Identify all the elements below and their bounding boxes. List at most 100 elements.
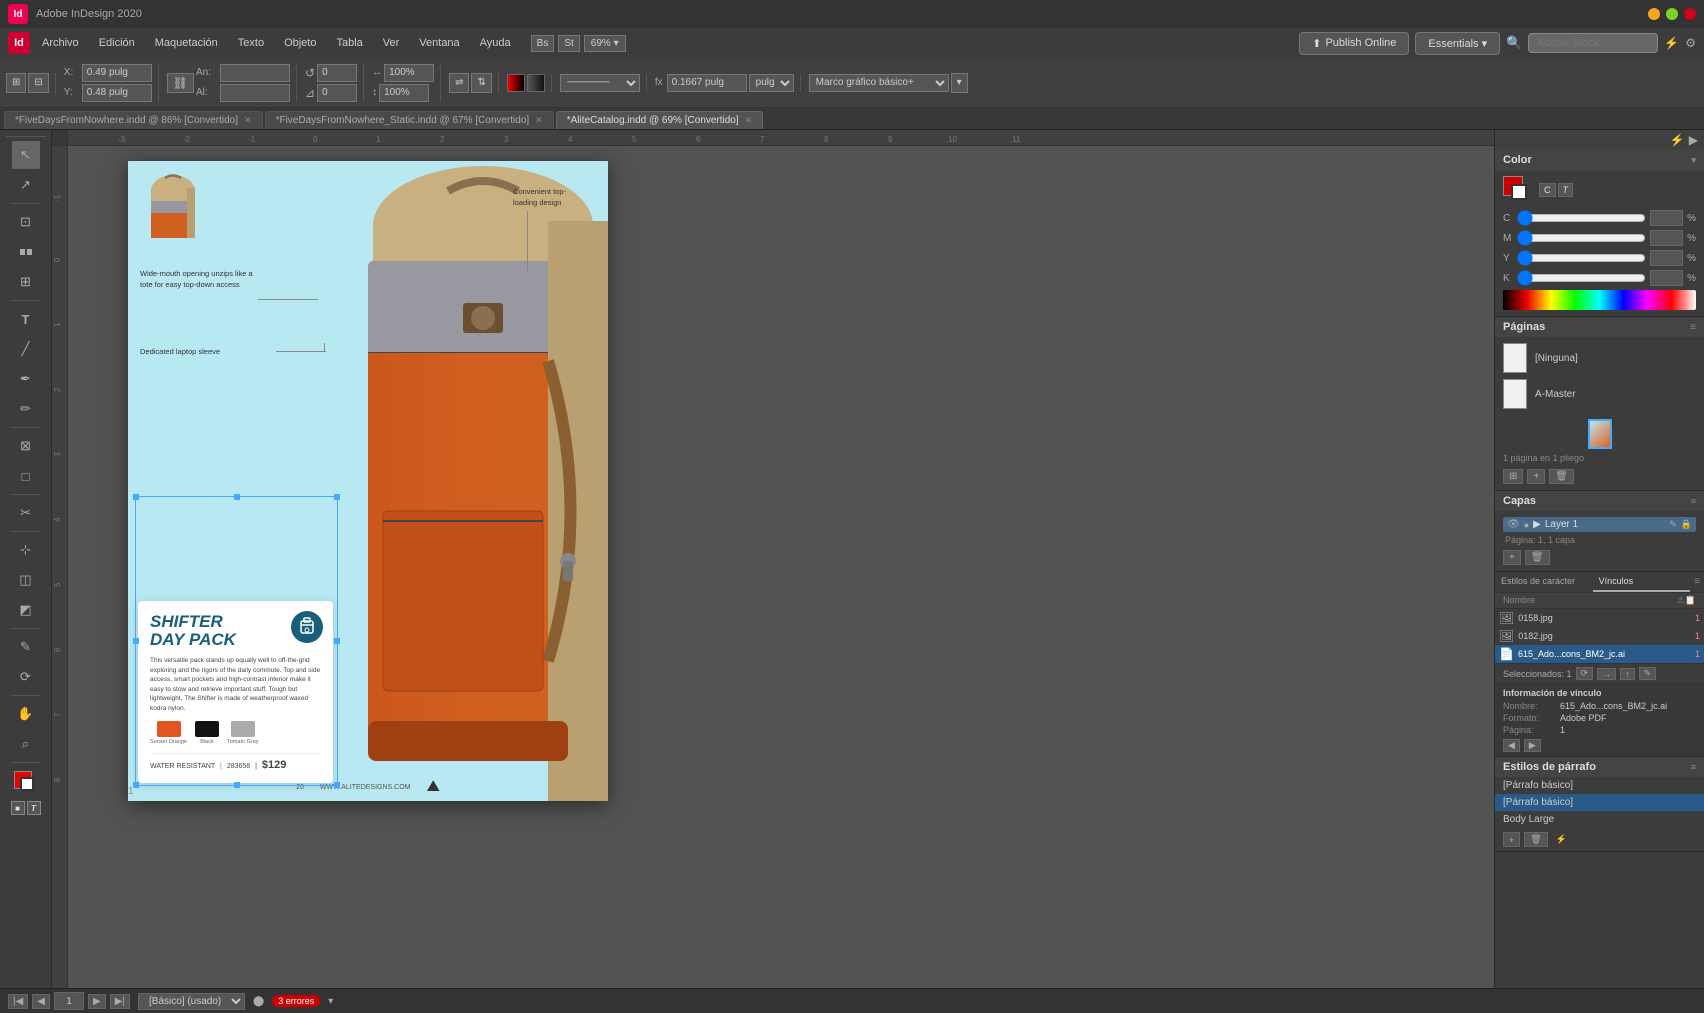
rgb-btn[interactable]: T — [1558, 183, 1574, 197]
color-panel-header[interactable]: Color ▾ — [1495, 150, 1704, 170]
type-tool[interactable]: T — [12, 305, 40, 333]
relink-btn[interactable]: ⟳ — [1576, 667, 1594, 680]
update-link-btn[interactable]: ↑ — [1620, 668, 1635, 680]
note-tool[interactable]: ✎ — [12, 633, 40, 661]
search-icon[interactable]: 🔍 — [1506, 35, 1522, 51]
menu-objeto[interactable]: Objeto — [276, 34, 324, 52]
h-input[interactable] — [220, 84, 290, 102]
layer-lock-icon[interactable]: 🔒 — [1681, 519, 1692, 530]
gradient-swatch-tool[interactable]: ◫ — [12, 566, 40, 594]
layer-edit-icon[interactable]: ✎ — [1669, 519, 1677, 530]
new-layer-btn[interactable]: + — [1503, 550, 1521, 565]
gradient-feather-tool[interactable]: ◩ — [12, 596, 40, 624]
menu-edicion[interactable]: Edición — [91, 34, 143, 52]
color-spectrum[interactable] — [1503, 290, 1696, 310]
tab-close-1[interactable]: ✕ — [535, 115, 543, 126]
close-button[interactable] — [1684, 8, 1696, 20]
flip-v-btn[interactable]: ⇅ — [471, 73, 491, 93]
prev-page-btn[interactable]: ◀ — [32, 994, 50, 1009]
delete-page-btn[interactable]: 🗑 — [1549, 469, 1574, 484]
pages-options-icon[interactable]: ≡ — [1690, 322, 1696, 333]
layer-expand-icon[interactable]: ▶ — [1533, 519, 1541, 530]
k-slider[interactable] — [1517, 272, 1646, 284]
free-transform[interactable]: ⊹ — [12, 536, 40, 564]
zoom-tool[interactable]: ⌕ — [12, 730, 40, 758]
publish-online-button[interactable]: ⬆ Publish Online — [1299, 32, 1409, 55]
goto-link-btn[interactable]: → — [1597, 668, 1616, 680]
hand-tool[interactable]: ✋ — [12, 700, 40, 728]
m-slider[interactable] — [1517, 232, 1646, 244]
para-style-body-large[interactable]: Body Large — [1495, 811, 1704, 828]
menu-archivo[interactable]: Archivo — [34, 34, 87, 52]
last-page-btn[interactable]: ▶| — [110, 994, 130, 1009]
char-styles-tab[interactable]: Estilos de carácter — [1495, 572, 1593, 592]
edit-orig-btn[interactable]: ✎ — [1639, 667, 1657, 680]
stroke-select[interactable]: ────── — [560, 74, 640, 92]
links-tab[interactable]: Vínculos — [1593, 572, 1691, 592]
first-page-btn[interactable]: |◀ — [8, 994, 28, 1009]
scale-units[interactable]: pulg — [749, 74, 794, 92]
shear-input[interactable] — [317, 84, 357, 102]
para-style-basic-label[interactable]: [Párrafo básico] — [1495, 777, 1704, 794]
zoom-select[interactable]: 69% ▾ — [584, 35, 626, 52]
menu-ventana[interactable]: Ventana — [411, 34, 467, 52]
bridge-btn[interactable]: Bs — [531, 35, 555, 52]
k-input[interactable] — [1650, 270, 1683, 286]
c-input[interactable] — [1650, 210, 1683, 226]
window-controls[interactable] — [1648, 8, 1696, 20]
new-page-btn[interactable]: + — [1527, 469, 1545, 484]
flip-h-btn[interactable]: ⇌ — [449, 73, 469, 93]
x-input[interactable] — [82, 64, 152, 82]
eyedropper-tool[interactable]: ⟳ — [12, 663, 40, 691]
preflight-options[interactable]: ▾ — [328, 996, 333, 1007]
stroke-gradient[interactable] — [527, 74, 545, 92]
scale-value-input[interactable] — [667, 74, 747, 92]
errors-badge[interactable]: 3 errores — [272, 995, 320, 1007]
align-icon[interactable]: ⊟ — [28, 73, 48, 93]
delete-para-style-btn[interactable]: 🗑 — [1524, 832, 1547, 847]
links-options[interactable]: ≡ — [1690, 572, 1704, 592]
new-para-style-btn[interactable]: + — [1503, 832, 1520, 847]
scale-x-input[interactable] — [384, 64, 434, 82]
c-slider[interactable] — [1517, 212, 1646, 224]
settings-icon[interactable]: ⚙ — [1685, 36, 1696, 50]
stroke-swatch[interactable] — [20, 777, 34, 791]
m-input[interactable] — [1650, 230, 1683, 246]
prev-link-btn[interactable]: ◀ — [1503, 739, 1520, 752]
para-style-options[interactable]: ⚡ — [1552, 832, 1571, 847]
pages-panel-header[interactable]: Páginas ≡ — [1495, 317, 1704, 337]
y-input[interactable] — [82, 84, 152, 102]
tab-1[interactable]: *FiveDaysFromNowhere_Static.indd @ 67% [… — [265, 111, 554, 129]
tab-close-2[interactable]: ✕ — [745, 115, 753, 126]
gap-tool[interactable] — [12, 238, 40, 266]
next-page-btn[interactable]: ▶ — [88, 994, 106, 1009]
rect-frame-tool[interactable]: ⊠ — [12, 432, 40, 460]
color-swatches-area[interactable] — [1503, 176, 1531, 204]
minimize-button[interactable] — [1648, 8, 1660, 20]
apply-color-btn[interactable]: ■ — [11, 801, 25, 815]
direct-select-tool[interactable]: ↗ — [12, 171, 40, 199]
scale-y-input[interactable] — [379, 84, 429, 102]
y-slider[interactable] — [1517, 252, 1646, 264]
frame-type-select[interactable]: Marco gráfico básico+ — [809, 74, 949, 92]
stock-btn[interactable]: St — [558, 35, 579, 52]
rect-tool[interactable]: □ — [12, 462, 40, 490]
page-tool[interactable]: ⊡ — [12, 208, 40, 236]
handle-n[interactable] — [234, 494, 240, 500]
menu-ayuda[interactable]: Ayuda — [472, 34, 519, 52]
tab-0[interactable]: *FiveDaysFromNowhere.indd @ 86% [Convert… — [4, 111, 263, 129]
layer-eye-icon[interactable]: 👁 — [1507, 519, 1520, 530]
color-swatch-area[interactable] — [12, 769, 40, 797]
adobe-stock-search[interactable] — [1528, 33, 1658, 53]
pen-tool[interactable]: ✒ — [12, 365, 40, 393]
next-link-btn[interactable]: ▶ — [1524, 739, 1541, 752]
cmyk-btn[interactable]: C — [1539, 183, 1556, 197]
panel-icon-1[interactable]: ⚡ — [1670, 133, 1685, 147]
essentials-button[interactable]: Essentials ▾ — [1415, 32, 1500, 55]
scissors-tool[interactable]: ✂ — [12, 499, 40, 527]
constrain-btn[interactable]: ⛓ — [167, 73, 194, 93]
y-input[interactable] — [1650, 250, 1683, 266]
delete-layer-btn[interactable]: 🗑 — [1525, 550, 1550, 565]
link-row-2[interactable]: 📄 615_Ado...cons_BM2_jc.ai 1 — [1495, 645, 1704, 663]
tab-2[interactable]: *AliteCatalog.indd @ 69% [Convertido] ✕ — [556, 111, 763, 129]
